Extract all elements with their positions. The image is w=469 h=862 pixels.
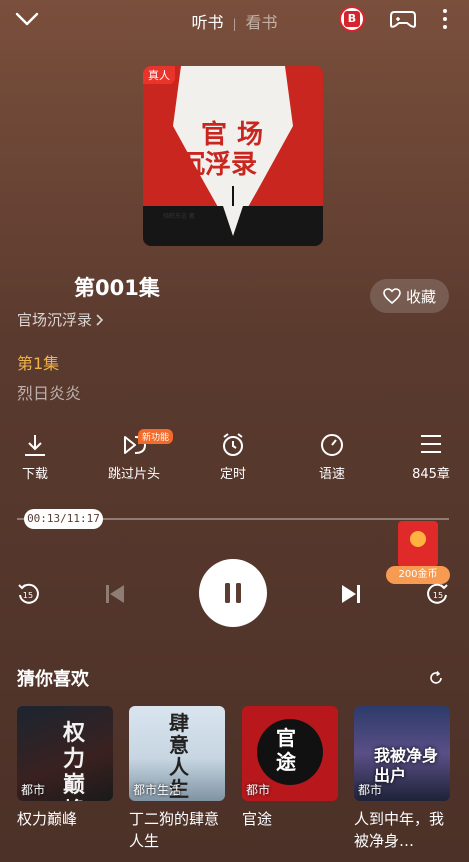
recommend-item[interactable]: 肆意人生 都市生活 丁二狗的肆意人生 [129, 706, 225, 852]
red-envelope-icon[interactable] [398, 521, 438, 567]
cover-author: 骑鹤东巡 著 [163, 213, 195, 220]
chevron-right-icon [96, 313, 104, 326]
narrator-name[interactable]: 烈日炎炎 [17, 380, 81, 404]
recommend-category: 都市 [21, 783, 46, 797]
tab-listen[interactable]: 听书 [191, 13, 223, 32]
recommend-category: 都市 [358, 783, 383, 797]
recommend-name: 官途 [242, 810, 273, 828]
cover-title-line2: 沉浮录 [179, 150, 258, 180]
previous-track-icon[interactable] [103, 582, 127, 606]
list-icon [421, 435, 441, 453]
recommend-name: 人到中年，我被净身… [354, 810, 445, 850]
forward-15-icon[interactable]: 15 [426, 582, 450, 606]
speed-label: 语速 [318, 467, 345, 482]
top-bar: 听书 | 看书 B [0, 0, 469, 40]
download-icon [25, 435, 45, 456]
pause-button[interactable] [199, 559, 267, 627]
svg-text:15: 15 [23, 591, 33, 600]
recommend-name: 权力巅峰 [17, 810, 78, 828]
episode-title: 第001集 [74, 276, 160, 300]
tab-separator: | [232, 17, 237, 31]
chapters-button[interactable]: 845章 [401, 432, 461, 482]
gamepad-icon[interactable] [389, 8, 417, 30]
timer-button[interactable]: 定时 [203, 432, 263, 482]
pause-icon [225, 583, 241, 603]
recommend-name: 丁二狗的肆意人生 [129, 810, 220, 850]
episode-number: 第1集 [17, 354, 60, 373]
rewind-15-icon[interactable]: 15 [16, 582, 40, 606]
recommend-item[interactable]: 权力巅峰 都市 权力巅峰 [17, 706, 113, 830]
book-link[interactable]: 官场沉浮录 [17, 309, 104, 330]
svg-text:15: 15 [433, 591, 443, 600]
chapters-label: 845章 [412, 467, 450, 482]
recommend-cover: 肆意人生 都市生活 [129, 706, 225, 801]
progress-time-handle[interactable]: 00:13/11:17 [24, 509, 103, 529]
alarm-clock-icon [223, 433, 243, 456]
brand-logo-icon[interactable]: B [339, 6, 365, 32]
recommend-item[interactable]: 我被净身出户 都市 人到中年，我被净身… [354, 706, 450, 852]
refresh-icon[interactable] [428, 670, 444, 686]
recommend-cover-text: 官途 [276, 726, 296, 774]
new-feature-badge: 新功能 [138, 429, 174, 444]
recommend-cover: 权力巅峰 都市 [17, 706, 113, 801]
recommend-category: 都市 [246, 783, 271, 797]
favorite-label: 收藏 [405, 287, 436, 306]
book-link-label: 官场沉浮录 [17, 311, 93, 329]
favorite-button[interactable]: 收藏 [370, 279, 449, 313]
skip-intro-label: 跳过片头 [107, 467, 160, 482]
timer-label: 定时 [219, 467, 246, 482]
recommend-cover: 官途 都市 [242, 706, 338, 801]
recommend-cover-text: 权力巅峰 [63, 720, 86, 801]
speed-button[interactable]: 语速 [302, 432, 362, 482]
recommend-cover: 我被净身出户 都市 [354, 706, 450, 801]
more-vertical-icon[interactable] [440, 8, 450, 30]
tab-read[interactable]: 看书 [246, 13, 278, 32]
next-track-icon[interactable] [339, 582, 363, 606]
recommend-section-title: 猜你喜欢 [17, 669, 89, 690]
recommend-item[interactable]: 官途 都市 官途 [242, 706, 338, 830]
recommend-cover-text: 我被净身出户 [374, 746, 439, 785]
recommend-category: 都市生活 [133, 783, 182, 797]
heart-icon [383, 288, 401, 304]
download-label: 下载 [21, 467, 48, 482]
speedometer-icon [321, 434, 343, 456]
download-button[interactable]: 下载 [5, 432, 65, 482]
cover-tag: 真人 [143, 66, 175, 84]
book-cover: 真人 官场 沉浮录 骑鹤东巡 著 [143, 66, 323, 246]
